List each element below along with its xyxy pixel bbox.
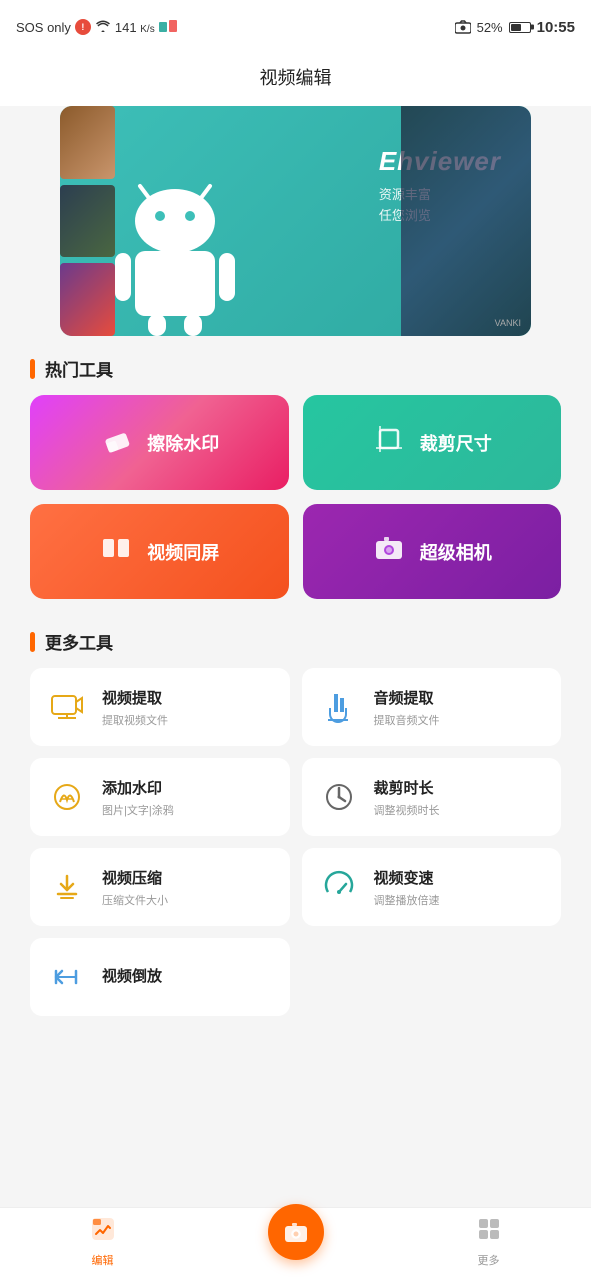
- compress-desc: 压缩文件大小: [102, 892, 168, 908]
- hot-tools-header: 热门工具: [0, 336, 591, 395]
- banner-tag: VANKI: [495, 318, 521, 328]
- speed-info: 视频变速 调整播放倍速: [374, 867, 440, 908]
- section-bar: [30, 359, 35, 379]
- battery-icon: [509, 22, 531, 33]
- video-extract-icon: [46, 686, 88, 728]
- nav-item-edit[interactable]: 编辑: [63, 1216, 143, 1268]
- audio-extract-icon: [318, 686, 360, 728]
- add-watermark-info: 添加水印 图片|文字|涂鸦: [102, 777, 174, 818]
- edit-nav-label: 编辑: [92, 1252, 114, 1268]
- split-screen-button[interactable]: 视频同屏: [30, 504, 289, 599]
- watermark-remove-label: 擦除水印: [147, 430, 219, 456]
- speed-icon: [318, 866, 360, 908]
- split-screen-icon: [99, 531, 133, 573]
- video-extract-desc: 提取视频文件: [102, 712, 168, 728]
- crop-icon: [372, 422, 406, 464]
- crop-size-label: 裁剪尺寸: [420, 430, 492, 456]
- video-extract-card[interactable]: 视频提取 提取视频文件: [30, 668, 290, 746]
- status-right: 52% 10:55: [455, 19, 575, 36]
- reverse-icon: [46, 956, 88, 998]
- trim-duration-info: 裁剪时长 调整视频时长: [374, 777, 440, 818]
- trim-duration-name: 裁剪时长: [374, 777, 440, 798]
- camera-nav-button[interactable]: [268, 1204, 324, 1260]
- page-title: 视频编辑: [0, 50, 591, 106]
- status-bar: SOS only ! 141 K/s 52% 10:55: [0, 0, 591, 50]
- camera-status-icon: [455, 20, 471, 34]
- more-tools-header: 更多工具: [0, 609, 591, 668]
- nav-item-more[interactable]: 更多: [449, 1216, 529, 1268]
- video-extract-info: 视频提取 提取视频文件: [102, 687, 168, 728]
- wifi-icon: [95, 20, 111, 35]
- audio-extract-card[interactable]: 音频提取 提取音频文件: [302, 668, 562, 746]
- bottom-nav: 编辑 更多: [0, 1207, 591, 1280]
- reverse-card[interactable]: 视频倒放: [30, 938, 290, 1016]
- hot-tools-grid: 擦除水印 裁剪尺寸 视频同屏: [0, 395, 591, 609]
- speed-card[interactable]: 视频变速 调整播放倍速: [302, 848, 562, 926]
- speed-name: 视频变速: [374, 867, 440, 888]
- crop-size-button[interactable]: 裁剪尺寸: [303, 395, 562, 490]
- hot-tools-label: 热门工具: [45, 356, 113, 381]
- super-camera-button[interactable]: 超级相机: [303, 504, 562, 599]
- banner[interactable]: Ehviewer 资源丰富 任您浏览 VANKI: [60, 106, 531, 336]
- add-watermark-card[interactable]: 添加水印 图片|文字|涂鸦: [30, 758, 290, 836]
- more-tools-label: 更多工具: [45, 629, 113, 654]
- audio-extract-name: 音频提取: [374, 687, 440, 708]
- reverse-name: 视频倒放: [102, 965, 162, 986]
- audio-extract-desc: 提取音频文件: [374, 712, 440, 728]
- compress-card[interactable]: 视频压缩 压缩文件大小: [30, 848, 290, 926]
- super-camera-label: 超级相机: [420, 539, 492, 565]
- trim-duration-icon: [318, 776, 360, 818]
- more-tools-grid: 视频提取 提取视频文件 音频提取 提取音频文件: [0, 668, 591, 1026]
- add-watermark-desc: 图片|文字|涂鸦: [102, 802, 174, 818]
- audio-extract-info: 音频提取 提取音频文件: [374, 687, 440, 728]
- reverse-info: 视频倒放: [102, 965, 162, 990]
- more-nav-label: 更多: [478, 1252, 500, 1268]
- data-icon: [159, 20, 179, 34]
- section-bar-2: [30, 632, 35, 652]
- split-screen-label: 视频同屏: [147, 539, 219, 565]
- camera-icon: [372, 531, 406, 573]
- edit-nav-icon: [90, 1216, 116, 1248]
- speed-desc: 调整播放倍速: [374, 892, 440, 908]
- trim-duration-card[interactable]: 裁剪时长 调整视频时长: [302, 758, 562, 836]
- compress-name: 视频压缩: [102, 867, 168, 888]
- more-nav-icon: [476, 1216, 502, 1248]
- status-left: SOS only ! 141 K/s: [16, 19, 179, 35]
- speed-text: 141 K/s: [115, 20, 155, 35]
- android-robot: [100, 156, 250, 336]
- compress-info: 视频压缩 压缩文件大小: [102, 867, 168, 908]
- compress-icon: [46, 866, 88, 908]
- sos-text: SOS only: [16, 20, 71, 35]
- eraser-icon: [99, 422, 133, 464]
- notif-badge: !: [75, 19, 91, 35]
- time-display: 10:55: [537, 19, 575, 36]
- watermark-remove-button[interactable]: 擦除水印: [30, 395, 289, 490]
- trim-duration-desc: 调整视频时长: [374, 802, 440, 818]
- add-watermark-name: 添加水印: [102, 777, 174, 798]
- add-watermark-icon: [46, 776, 88, 818]
- battery-percent: 52%: [477, 20, 503, 35]
- video-extract-name: 视频提取: [102, 687, 168, 708]
